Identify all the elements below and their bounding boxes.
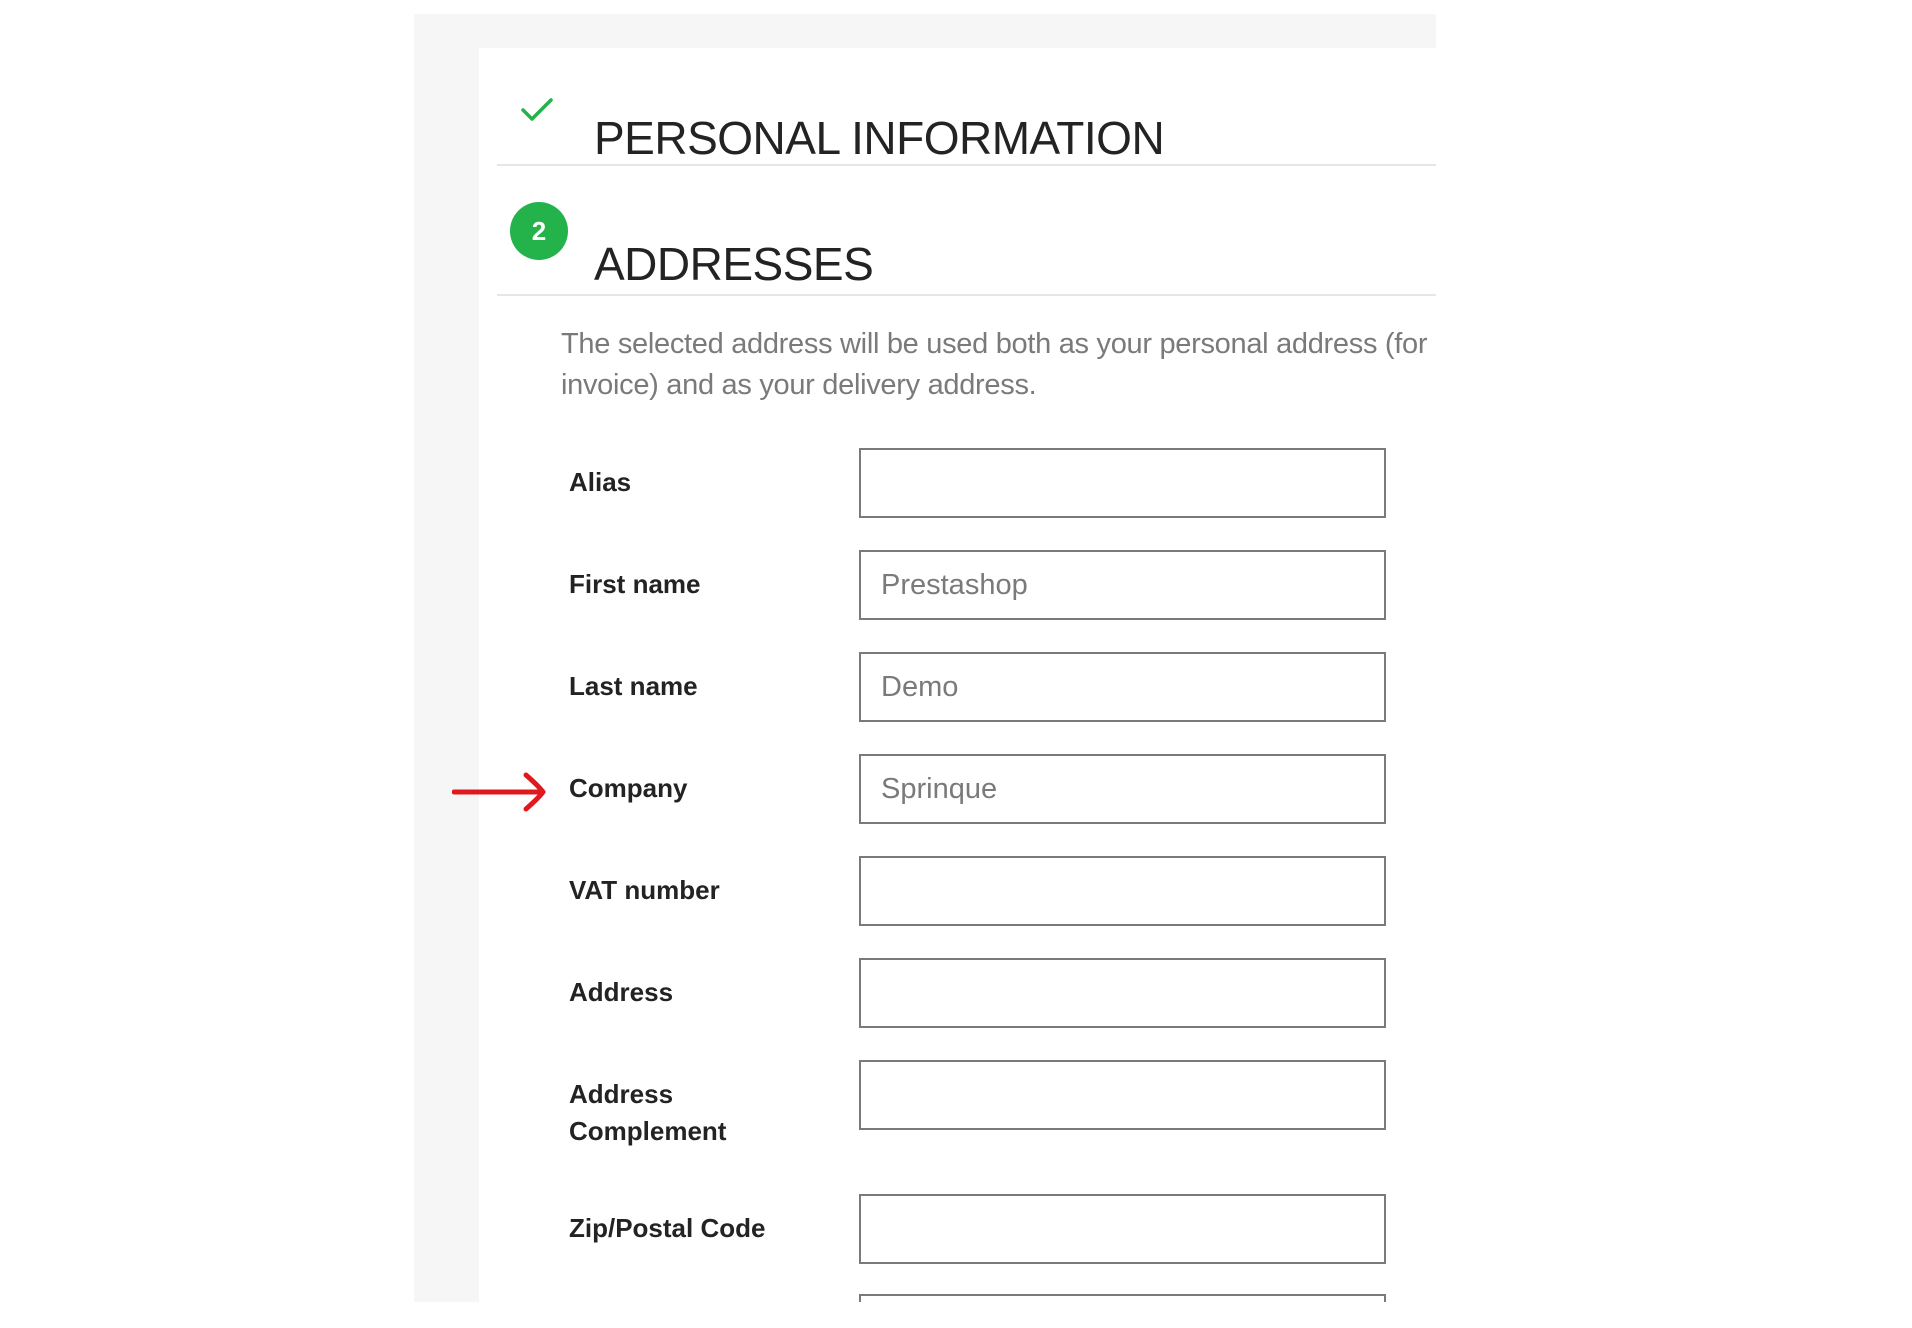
address-label: Address	[569, 977, 674, 1007]
annotation-arrow-icon	[452, 772, 546, 812]
step-number-badge: 2	[510, 202, 568, 260]
company-input[interactable]	[859, 754, 1386, 824]
check-icon	[521, 98, 553, 121]
alias-label: Alias	[569, 467, 632, 497]
vat-number-label: VAT number	[569, 875, 720, 905]
company-label: Company	[569, 773, 688, 803]
address-complement-label: Address Complement	[569, 1079, 727, 1146]
postcode-label: Zip/Postal Code	[569, 1213, 766, 1243]
checkout-card: PERSONAL INFORMATION 2 ADDRESSES The sel…	[479, 48, 1436, 1302]
step-title: PERSONAL INFORMATION	[594, 111, 1165, 164]
lastname-input[interactable]	[859, 652, 1386, 722]
address-help-text: The selected address will be used both a…	[561, 328, 1428, 401]
next-field-input[interactable]	[859, 1294, 1386, 1302]
address-input[interactable]	[859, 958, 1386, 1028]
address-complement-input[interactable]	[859, 1060, 1386, 1130]
step-title: ADDRESSES	[594, 237, 874, 290]
alias-input[interactable]	[859, 448, 1386, 518]
vat-number-input[interactable]	[859, 856, 1386, 926]
postcode-input[interactable]	[859, 1194, 1386, 1264]
checkout-step-personal-information[interactable]: PERSONAL INFORMATION	[497, 48, 1436, 166]
lastname-label: Last name	[569, 671, 698, 701]
firstname-input[interactable]	[859, 550, 1386, 620]
firstname-label: First name	[569, 569, 701, 599]
checkout-step-addresses: 2 ADDRESSES	[497, 166, 1436, 296]
